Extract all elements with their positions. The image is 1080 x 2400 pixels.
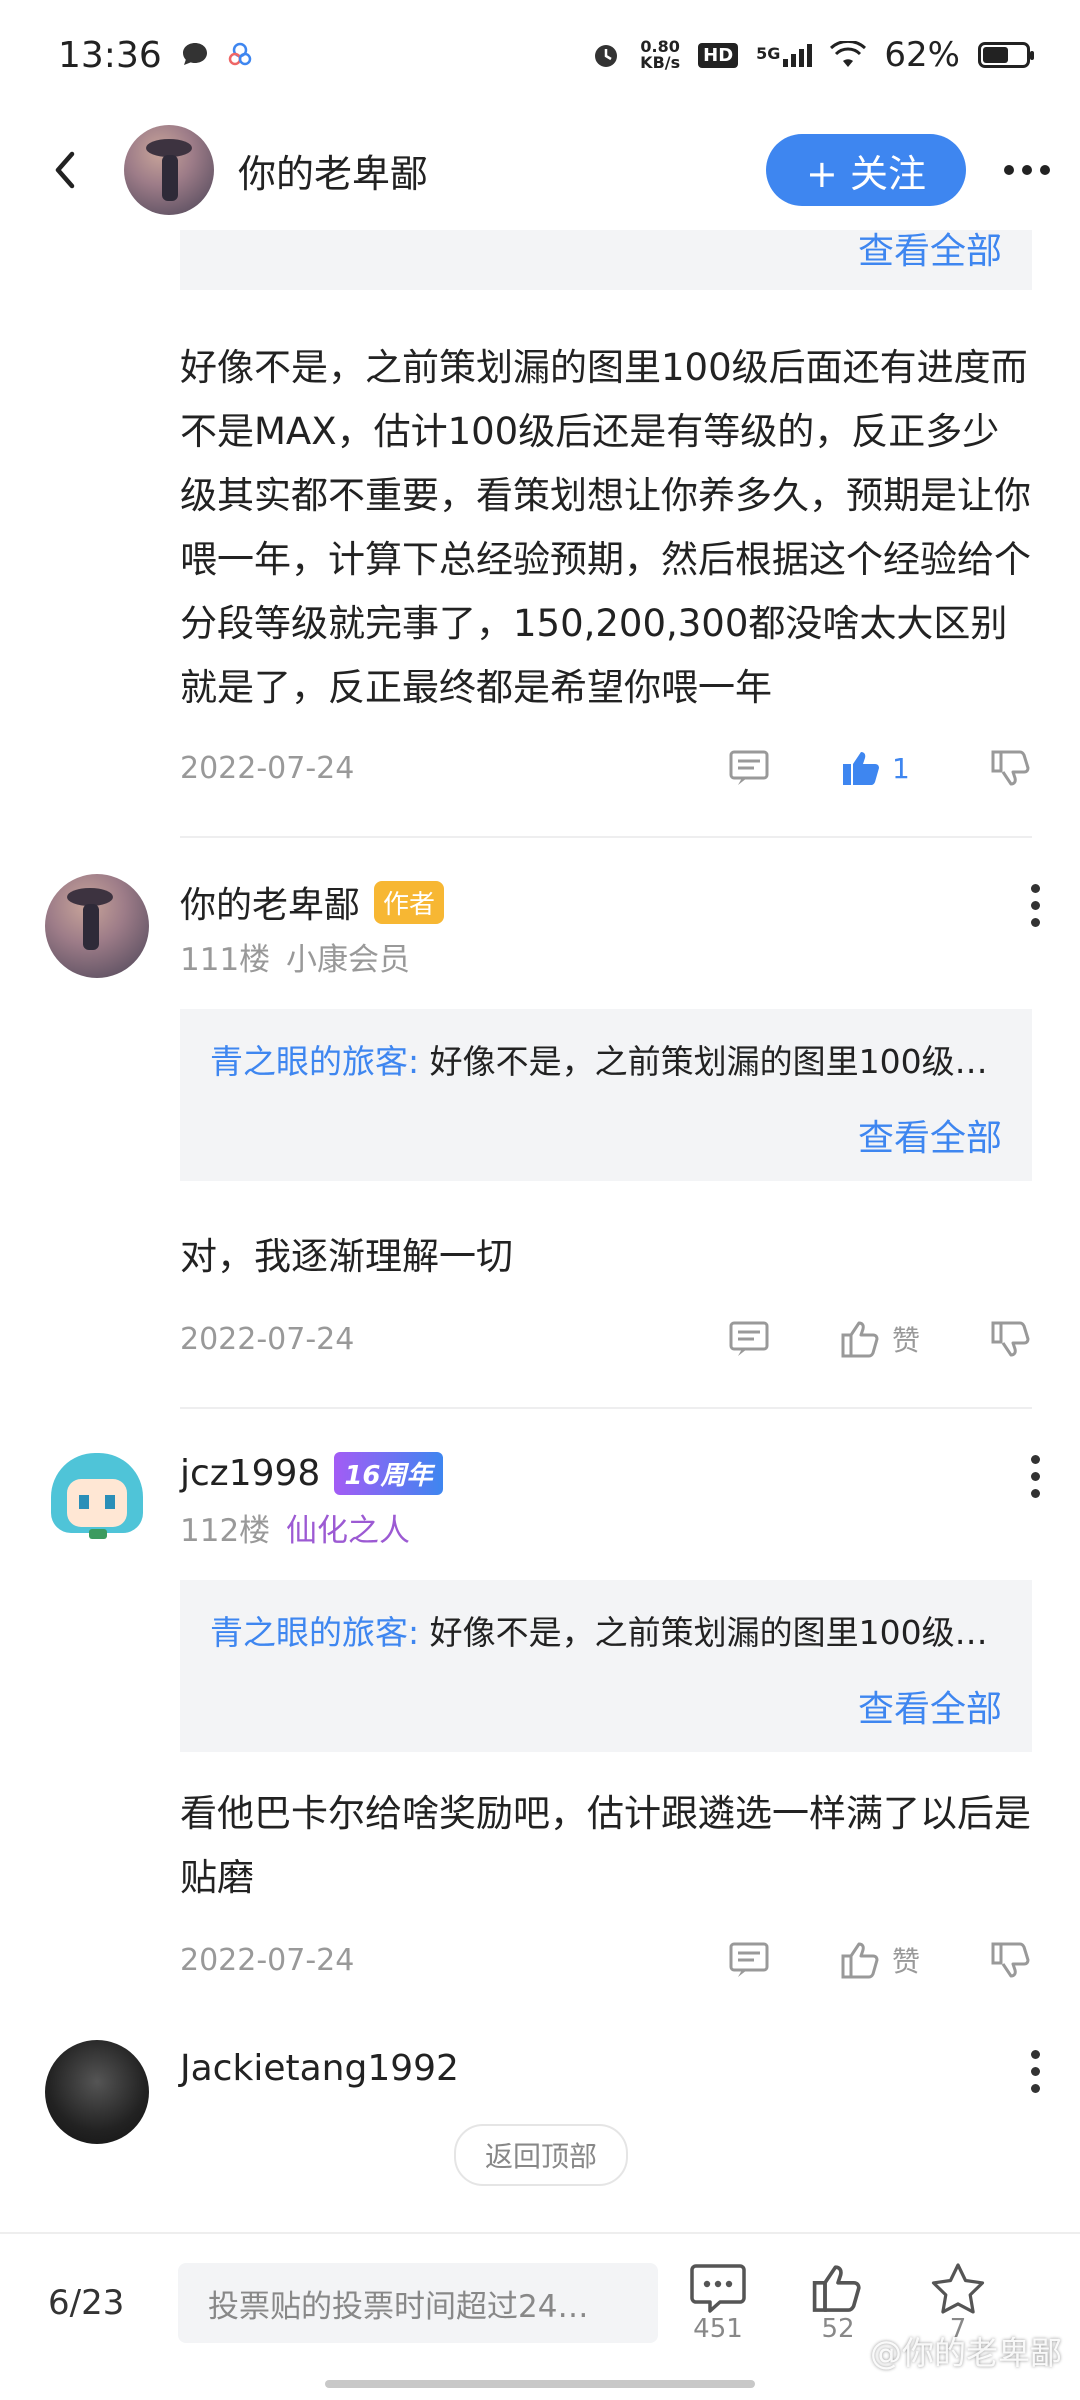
reply-date: 2022-07-24 — [180, 750, 355, 786]
avatar[interactable] — [45, 1445, 149, 1549]
thumb-down-icon — [991, 1321, 1030, 1357]
view-all-link[interactable]: 查看全部 — [210, 230, 1002, 274]
signal-icon: 5G — [756, 43, 813, 67]
reply-date: 2022-07-24 — [180, 1942, 355, 1978]
quote-box[interactable]: 青之眼的旅客: 好像不是，之前策划漏的图里100级… 查看全部 — [180, 1580, 1032, 1752]
watermark: @你的老卑鄙 — [869, 2334, 1062, 2372]
comment-button[interactable] — [728, 1319, 840, 1359]
page-title: 你的老卑鄙 — [238, 151, 429, 196]
thumb-up-icon — [841, 1942, 879, 1979]
like-button[interactable]: 赞 — [840, 1319, 990, 1359]
thumb-up-icon — [812, 2265, 861, 2312]
quote-user[interactable]: 青之眼的旅客: — [210, 1613, 419, 1652]
dislike-button[interactable] — [990, 1940, 1032, 1980]
thumb-up-icon — [841, 1321, 879, 1358]
floor-header: 你的老卑鄙 作者 111楼 小康会员 — [45, 874, 1080, 979]
floor-header: jcz1998 16周年 112楼 仙化之人 — [45, 1445, 1080, 1550]
floor-number: 111楼 — [180, 942, 271, 978]
hd-icon: HD — [698, 42, 739, 68]
kebab-icon[interactable] — [1031, 2050, 1040, 2093]
floor-info: 你的老卑鄙 作者 111楼 小康会员 — [180, 874, 445, 979]
comment-button[interactable] — [728, 748, 840, 788]
comments-button[interactable]: 451 — [658, 2262, 778, 2344]
author-avatar[interactable] — [124, 125, 214, 215]
anniversary-badge: 16周年 — [334, 1451, 443, 1495]
user-rank: 小康会员 — [286, 942, 411, 978]
comment-icon — [729, 1942, 769, 1977]
avatar[interactable] — [45, 874, 149, 978]
reply-meta: 2022-07-24 赞 — [180, 1309, 1032, 1369]
star-icon — [931, 2263, 985, 2314]
view-all-link[interactable]: 查看全部 — [210, 1680, 1002, 1732]
quote-box: 查看全部 — [180, 230, 1032, 290]
reply-text: 看他巴卡尔给啥奖励吧，估计跟遴选一样满了以后是贴磨 — [180, 1792, 1031, 1899]
thread-header: 你的老卑鄙 + 关注 — [0, 110, 1080, 230]
home-indicator[interactable] — [325, 2380, 755, 2388]
username[interactable]: jcz1998 — [180, 1453, 320, 1494]
user-rank: 仙化之人 — [286, 1513, 411, 1549]
quote-user[interactable]: 青之眼的旅客: — [210, 1042, 419, 1081]
username[interactable]: 你的老卑鄙 — [180, 876, 360, 928]
avatar[interactable] — [45, 2040, 149, 2144]
reply-date: 2022-07-24 — [180, 1321, 355, 1357]
alarm-icon — [595, 45, 618, 67]
reply-meta: 2022-07-24 赞 — [180, 1930, 1032, 1990]
back-to-top-button[interactable]: 返回顶部 — [454, 2124, 628, 2186]
net-speed: 0.80 KB/s — [640, 37, 681, 72]
reply-meta: 2022-07-24 1 — [180, 738, 1032, 798]
comment-button[interactable] — [728, 1940, 840, 1980]
comment-icon — [729, 750, 769, 785]
like-button[interactable]: 1 — [840, 748, 990, 788]
reply-list: 查看全部 好像不是，之前策划漏的图里100级后面还有进度而不是MAX，估计100… — [0, 230, 1080, 2144]
quote-text: 好像不是，之前策划漏的图里100级… — [419, 1613, 988, 1652]
thumb-up-icon — [843, 752, 879, 785]
battery-icon — [978, 42, 1034, 68]
username[interactable]: Jackietang1992 — [180, 2048, 459, 2089]
dislike-button[interactable] — [990, 1319, 1032, 1359]
status-time: 13:36 — [58, 34, 162, 76]
reply-text: 对，我逐渐理解一切 — [180, 1235, 513, 1278]
comment-icon — [729, 1321, 769, 1356]
reply-text: 好像不是，之前策划漏的图里100级后面还有进度而不是MAX，估计100级后还是有… — [180, 346, 1031, 709]
kebab-icon[interactable] — [1031, 1455, 1040, 1498]
quote-box[interactable]: 青之眼的旅客: 好像不是，之前策划漏的图里100级… 查看全部 — [180, 1009, 1032, 1181]
like-count: 1 — [892, 751, 910, 785]
dislike-button[interactable] — [990, 748, 1032, 788]
like-label: 赞 — [892, 1324, 921, 1357]
like-button[interactable]: 赞 — [840, 1940, 990, 1980]
back-icon[interactable] — [20, 125, 110, 215]
thumb-down-icon — [991, 750, 1030, 786]
like-total: 52 — [821, 2314, 855, 2344]
floor-info: Jackietang1992 — [180, 2040, 459, 2096]
view-all-link[interactable]: 查看全部 — [210, 1109, 1002, 1161]
app-notify-icon — [228, 42, 251, 66]
battery-percent: 62% — [884, 35, 960, 75]
author-badge: 作者 — [374, 880, 445, 924]
floor-info: jcz1998 16周年 112楼 仙化之人 — [180, 1445, 443, 1550]
comment-count: 451 — [693, 2314, 743, 2344]
more-icon[interactable] — [1004, 165, 1050, 175]
quote-text: 好像不是，之前策划漏的图里100级… — [419, 1042, 988, 1081]
status-bar: 13:36 0.80 KB/s HD 5G 62% — [0, 0, 1080, 110]
floor-number: 112楼 — [180, 1513, 271, 1549]
wifi-icon — [830, 41, 867, 67]
comment-icon — [690, 2264, 746, 2313]
kebab-icon[interactable] — [1031, 884, 1040, 927]
follow-button[interactable]: + 关注 — [766, 134, 966, 206]
message-icon — [182, 43, 207, 65]
like-label: 赞 — [892, 1945, 921, 1978]
page-indicator[interactable]: 6/23 — [48, 2283, 178, 2323]
reply-input[interactable]: 投票贴的投票时间超过24… — [178, 2263, 658, 2343]
thumb-down-icon — [991, 1942, 1030, 1978]
